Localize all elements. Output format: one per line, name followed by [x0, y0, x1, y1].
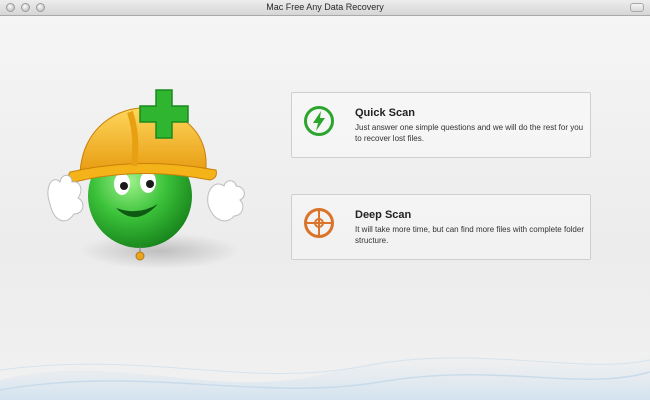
toolbar-toggle-button[interactable]	[630, 3, 644, 12]
title-bar[interactable]: Mac Free Any Data Recovery	[0, 0, 650, 16]
lightning-icon	[304, 106, 334, 136]
app-window: Mac Free Any Data Recovery Quick Scan Ju…	[0, 0, 650, 400]
quick-scan-option[interactable]: Quick Scan Just answer one simple questi…	[291, 92, 591, 158]
quick-scan-description: Just answer one simple questions and we …	[355, 123, 584, 143]
crosshair-icon	[304, 208, 334, 238]
quick-scan-title: Quick Scan	[355, 107, 415, 119]
deep-scan-description: It will take more time, but can find mor…	[355, 225, 584, 245]
background-wave	[0, 355, 650, 400]
mascot-icon	[47, 89, 245, 269]
deep-scan-title: Deep Scan	[355, 209, 412, 221]
deep-scan-option[interactable]: Deep Scan It will take more time, but ca…	[291, 194, 591, 260]
window-title: Mac Free Any Data Recovery	[266, 2, 384, 12]
main-content: Quick Scan Just answer one simple questi…	[0, 16, 650, 400]
